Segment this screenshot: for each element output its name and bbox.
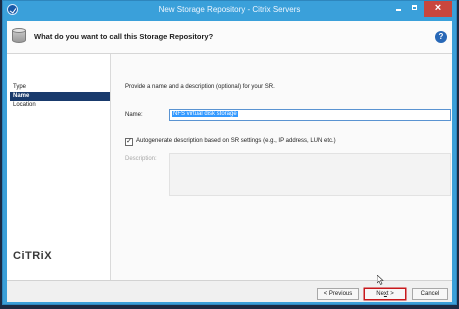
titlebar[interactable]: New Storage Repository - Citrix Servers … [3, 1, 456, 21]
next-button[interactable]: Next > [364, 288, 406, 300]
minimize-button[interactable] [392, 1, 406, 17]
autogenerate-checkbox[interactable]: ✓ [125, 138, 133, 146]
wizard-step-name[interactable]: Name [10, 92, 110, 101]
name-label: Name: [125, 112, 143, 118]
wizard-header: What do you want to call this Storage Re… [7, 21, 452, 54]
autogenerate-label[interactable]: Autogenerate description based on SR set… [136, 138, 336, 144]
description-label: Description: [125, 156, 157, 162]
wizard-steps-panel: Type Name Location CiTRiX [7, 54, 111, 280]
dialog-window: New Storage Repository - Citrix Servers … [2, 0, 457, 305]
window-title: New Storage Repository - Citrix Servers [158, 5, 301, 14]
previous-button[interactable]: < Previous [317, 288, 359, 300]
mouse-pointer-icon [377, 275, 384, 285]
close-button[interactable]: × [424, 1, 452, 17]
intro-text: Provide a name and a description (option… [125, 84, 275, 90]
wizard-question: What do you want to call this Storage Re… [34, 32, 214, 41]
maximize-button[interactable] [408, 1, 422, 17]
wizard-step-type[interactable]: Type [10, 83, 110, 92]
cancel-button[interactable]: Cancel [412, 288, 448, 300]
description-field[interactable] [169, 153, 451, 196]
wizard-footer: < Previous Next > Cancel [7, 280, 452, 302]
name-input-value: NFS virtual disk storage [172, 111, 238, 117]
wizard-content: Provide a name and a description (option… [111, 54, 452, 280]
close-icon: × [434, 2, 442, 14]
storage-repository-icon [12, 28, 26, 44]
citrix-logo: CiTRiX [13, 250, 53, 262]
name-input[interactable]: NFS virtual disk storage [169, 109, 451, 121]
help-icon[interactable]: ? [435, 31, 447, 43]
dialog-client-area: What do you want to call this Storage Re… [7, 21, 452, 302]
wizard-step-location[interactable]: Location [10, 101, 110, 110]
